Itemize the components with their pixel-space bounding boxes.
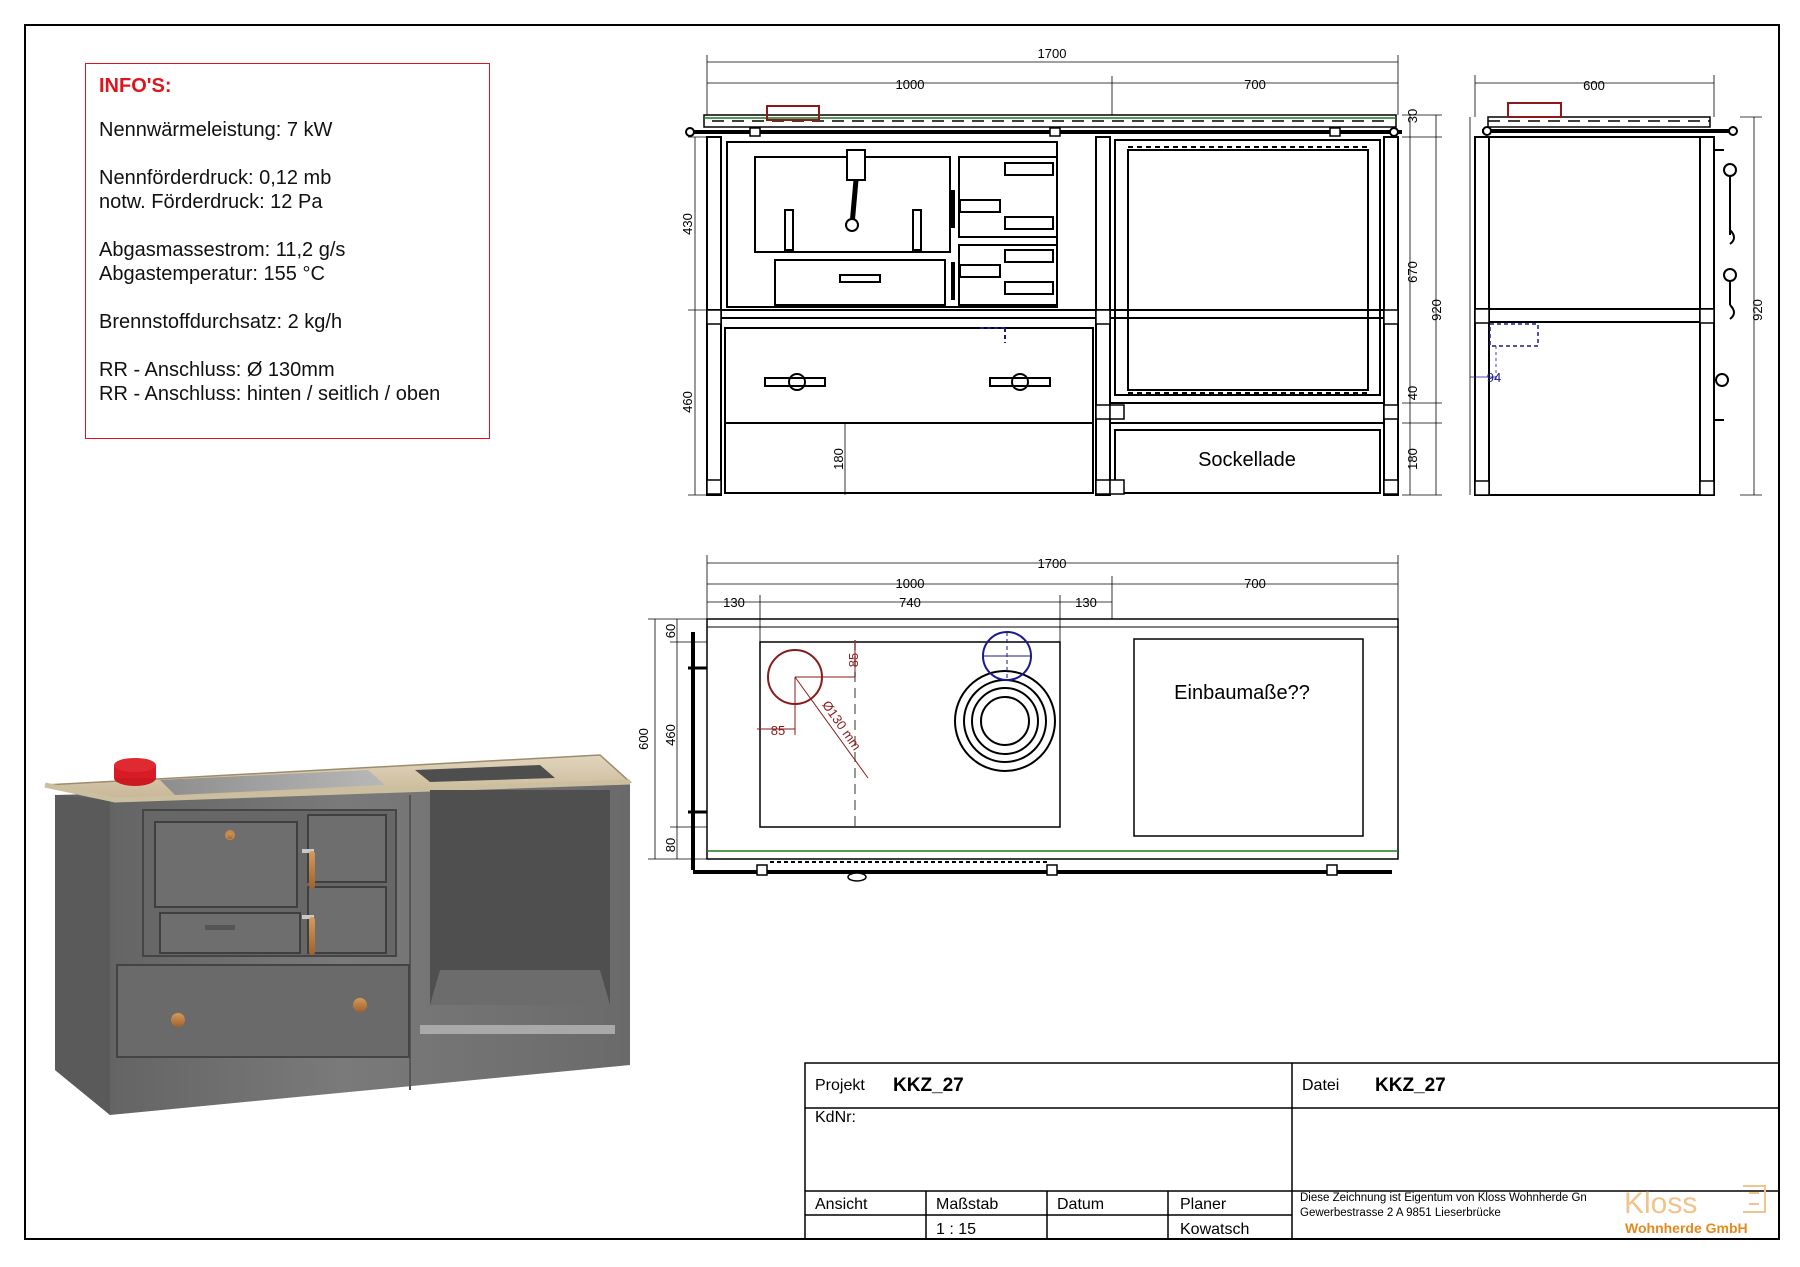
dim-top-60: 60 bbox=[663, 624, 678, 638]
dim-side-600: 600 bbox=[1583, 78, 1605, 93]
dim-top-460: 460 bbox=[663, 724, 678, 746]
dim-top-130-left: 130 bbox=[723, 595, 745, 610]
sockellade-label: Sockellade bbox=[1198, 449, 1296, 471]
info-nennfoerderdruck: Nennförderdruck: 0,12 mb bbox=[99, 167, 332, 189]
top-dimension-text: 1700 1000 700 130 740 130 600 460 60 80 … bbox=[636, 556, 1310, 852]
kdnr-label: KdNr: bbox=[815, 1109, 856, 1126]
dim-front-40: 40 bbox=[1405, 386, 1420, 400]
dim-top-740: 740 bbox=[899, 595, 921, 610]
dim-front-1700: 1700 bbox=[1038, 46, 1067, 61]
info-brennstoffdurchsatz: Brennstoffdurchsatz: 2 kg/h bbox=[99, 311, 343, 333]
logo-subtitle: Wohnherde GmbH bbox=[1625, 1220, 1748, 1236]
dim-top-600: 600 bbox=[636, 728, 651, 750]
dim-top-1700: 1700 bbox=[1038, 556, 1067, 571]
info-rr-anschluss-diameter: RR - Anschluss: Ø 130mm bbox=[99, 359, 335, 381]
info-abgasmassestrom: Abgasmassestrom: 11,2 g/s bbox=[99, 239, 346, 261]
front-dimension-text: 1700 1000 700 430 460 180 30 670 920 40 … bbox=[680, 46, 1444, 471]
info-notw-foerderdruck: notw. Förderdruck: 12 Pa bbox=[99, 191, 323, 213]
dim-front-180: 180 bbox=[1405, 448, 1420, 470]
front-view bbox=[685, 105, 1402, 496]
top-view bbox=[688, 618, 1399, 882]
datei-value: KKZ_27 bbox=[1375, 1075, 1446, 1096]
projekt-label: Projekt bbox=[815, 1077, 865, 1094]
datum-label: Datum bbox=[1057, 1196, 1104, 1213]
dim-side-94: 94 bbox=[1487, 370, 1501, 385]
planer-value: Kowatsch bbox=[1180, 1221, 1249, 1238]
projekt-value: KKZ_27 bbox=[893, 1075, 964, 1096]
stove-render bbox=[44, 754, 632, 1115]
info-title: INFO'S: bbox=[99, 75, 172, 97]
drawing-sheet: 1700 1000 700 430 460 180 30 670 920 40 … bbox=[0, 0, 1800, 1262]
dim-front-30: 30 bbox=[1405, 109, 1420, 123]
planer-label: Planer bbox=[1180, 1196, 1227, 1213]
logo-word: Kloss bbox=[1624, 1187, 1697, 1220]
dim-top-flue-diameter: Ø130 mm bbox=[819, 698, 864, 753]
dim-top-85-vertical: 85 bbox=[846, 653, 861, 667]
owner-line-1: Diese Zeichnung ist Eigentum von Kloss W… bbox=[1300, 1192, 1587, 1204]
dim-top-80: 80 bbox=[663, 838, 678, 852]
info-abgastemperatur: Abgastemperatur: 155 °C bbox=[99, 263, 325, 285]
dim-front-920: 920 bbox=[1429, 299, 1444, 321]
owner-line-2: Gewerbestrasse 2 A 9851 Lieserbrücke bbox=[1300, 1207, 1501, 1219]
einbau-label: Einbaumaße?? bbox=[1174, 682, 1310, 704]
dim-front-430: 430 bbox=[680, 213, 695, 235]
info-nennwaermeleistung: Nennwärmeleistung: 7 kW bbox=[99, 119, 333, 141]
massstab-value: 1 : 15 bbox=[936, 1221, 976, 1238]
dim-top-130-right: 130 bbox=[1075, 595, 1097, 610]
massstab-label: Maßstab bbox=[936, 1196, 998, 1213]
title-block-text: Projekt KKZ_27 Datei KKZ_27 KdNr: Ansich… bbox=[815, 1075, 1587, 1238]
kloss-logo: Kloss Wohnherde GmbH bbox=[1624, 1185, 1766, 1236]
dim-top-1000: 1000 bbox=[896, 576, 925, 591]
info-rr-anschluss-position: RR - Anschluss: hinten / seitlich / oben bbox=[99, 383, 441, 405]
datei-label: Datei bbox=[1302, 1077, 1339, 1094]
dim-side-920: 920 bbox=[1750, 299, 1765, 321]
dim-front-1000: 1000 bbox=[896, 77, 925, 92]
dim-front-670: 670 bbox=[1405, 261, 1420, 283]
dim-top-85-horizontal: 85 bbox=[771, 723, 785, 738]
ansicht-label: Ansicht bbox=[815, 1196, 868, 1213]
side-view bbox=[1474, 102, 1738, 496]
dim-front-180-inner: 180 bbox=[831, 448, 846, 470]
dim-top-700: 700 bbox=[1244, 576, 1266, 591]
info-box: INFO'S: Nennwärmeleistung: 7 kW Nennförd… bbox=[85, 63, 490, 439]
dim-front-460: 460 bbox=[680, 391, 695, 413]
dim-front-700: 700 bbox=[1244, 77, 1266, 92]
